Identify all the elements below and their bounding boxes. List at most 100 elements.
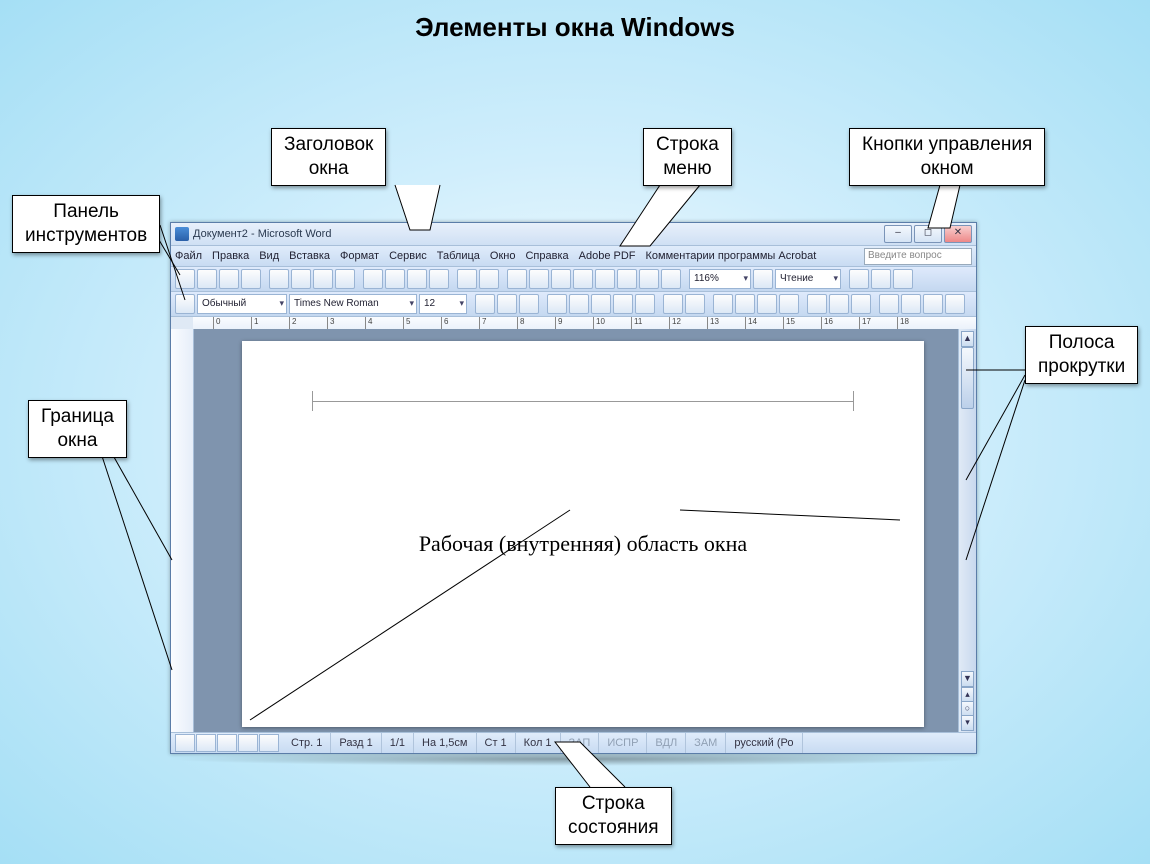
print-icon[interactable]: [269, 269, 289, 289]
excel-icon[interactable]: [573, 269, 593, 289]
status-trk[interactable]: ИСПР: [599, 733, 647, 753]
menu-window[interactable]: Окно: [490, 250, 516, 262]
bold-icon[interactable]: [475, 294, 495, 314]
status-ovr[interactable]: ЗАМ: [686, 733, 726, 753]
workspace[interactable]: Рабочая (внутренняя) область окна: [194, 329, 958, 733]
italic-icon[interactable]: [497, 294, 517, 314]
reading-view-icon[interactable]: [259, 734, 279, 752]
undo-icon[interactable]: [457, 269, 477, 289]
slide-title: Элементы окна Windows: [0, 12, 1150, 43]
tables-borders-icon[interactable]: [529, 269, 549, 289]
menu-file[interactable]: Файл: [175, 250, 202, 262]
close-button[interactable]: ✕: [944, 225, 972, 243]
scroll-thumb[interactable]: [961, 347, 974, 409]
callout-menu-bar: Строкаменю: [643, 128, 732, 186]
align-right-icon[interactable]: [591, 294, 611, 314]
menu-insert[interactable]: Вставка: [289, 250, 330, 262]
decrease-indent-icon[interactable]: [757, 294, 777, 314]
align-center-icon[interactable]: [569, 294, 589, 314]
rtl-icon[interactable]: [685, 294, 705, 314]
status-language[interactable]: русский (Ро: [726, 733, 802, 753]
next-page-icon[interactable]: ▾: [961, 715, 974, 731]
workspace-label: Рабочая (внутренняя) область окна: [312, 531, 854, 557]
word-window: Документ2 - Microsoft Word – ◻ ✕ Файл Пр…: [170, 222, 977, 754]
bullets-icon[interactable]: [735, 294, 755, 314]
zoom-combo[interactable]: 116%: [689, 269, 751, 289]
window-title: Документ2 - Microsoft Word: [193, 228, 331, 240]
vertical-scrollbar[interactable]: ▲ ▼ ▴ ○ ▾: [958, 329, 976, 733]
format-painter-icon[interactable]: [429, 269, 449, 289]
normal-view-icon[interactable]: [175, 734, 195, 752]
document-page[interactable]: Рабочая (внутренняя) область окна: [242, 341, 924, 727]
menu-edit[interactable]: Правка: [212, 250, 249, 262]
redo-icon[interactable]: [479, 269, 499, 289]
change-case-icon[interactable]: [923, 294, 943, 314]
status-page: Стр. 1: [283, 733, 331, 753]
new-doc-icon[interactable]: [175, 269, 195, 289]
menu-view[interactable]: Вид: [259, 250, 279, 262]
paste-icon[interactable]: [407, 269, 427, 289]
open-icon[interactable]: [197, 269, 217, 289]
borders-icon[interactable]: [807, 294, 827, 314]
scroll-up-icon[interactable]: ▲: [961, 331, 974, 347]
font-color-icon[interactable]: [851, 294, 871, 314]
highlight-icon[interactable]: [829, 294, 849, 314]
menu-acrobat-comments[interactable]: Комментарии программы Acrobat: [646, 250, 817, 262]
menu-format[interactable]: Формат: [340, 250, 379, 262]
columns-icon[interactable]: [595, 269, 615, 289]
callout-title-bar: Заголовококна: [271, 128, 386, 186]
font-combo[interactable]: Times New Roman: [289, 294, 417, 314]
cut-icon[interactable]: [363, 269, 383, 289]
menu-help[interactable]: Справка: [525, 250, 568, 262]
status-col: Кол 1: [516, 733, 561, 753]
style-combo[interactable]: Обычный: [197, 294, 287, 314]
print-layout-icon[interactable]: [217, 734, 237, 752]
styles-pane-icon[interactable]: [175, 294, 195, 314]
align-left-icon[interactable]: [547, 294, 567, 314]
status-ext[interactable]: ВДЛ: [647, 733, 686, 753]
show-marks-icon[interactable]: [661, 269, 681, 289]
increase-indent-icon[interactable]: [779, 294, 799, 314]
status-pages: 1/1: [382, 733, 414, 753]
line-spacing-icon[interactable]: [635, 294, 655, 314]
hyperlink-icon[interactable]: [507, 269, 527, 289]
preview-icon[interactable]: [291, 269, 311, 289]
copy-icon[interactable]: [385, 269, 405, 289]
callout-status-bar: Строкасостояния: [555, 787, 672, 845]
status-rec[interactable]: ЗАП: [561, 733, 600, 753]
scroll-down-icon[interactable]: ▼: [961, 671, 974, 687]
size-combo[interactable]: 12: [419, 294, 467, 314]
align-justify-icon[interactable]: [613, 294, 633, 314]
spellcheck-icon[interactable]: [313, 269, 333, 289]
title-bar[interactable]: Документ2 - Microsoft Word – ◻ ✕: [171, 223, 976, 246]
drawing-icon[interactable]: [617, 269, 637, 289]
insert-table-icon[interactable]: [551, 269, 571, 289]
doc-map-icon[interactable]: [639, 269, 659, 289]
underline-icon[interactable]: [519, 294, 539, 314]
web-view-icon[interactable]: [196, 734, 216, 752]
pdf-email-icon[interactable]: [871, 269, 891, 289]
outline-view-icon[interactable]: [238, 734, 258, 752]
research-icon[interactable]: [335, 269, 355, 289]
minimize-button[interactable]: –: [884, 225, 912, 243]
language-icon[interactable]: [945, 294, 965, 314]
callout-scrollbar: Полосапрокрутки: [1025, 326, 1138, 384]
help-icon[interactable]: [753, 269, 773, 289]
status-bar: Стр. 1 Разд 1 1/1 На 1,5см Ст 1 Кол 1 ЗА…: [171, 732, 976, 753]
reading-button[interactable]: Чтение: [775, 269, 841, 289]
menu-tools[interactable]: Сервис: [389, 250, 427, 262]
menu-adobe-pdf[interactable]: Adobe PDF: [579, 250, 636, 262]
save-icon[interactable]: [219, 269, 239, 289]
vertical-ruler[interactable]: [171, 329, 194, 733]
pdf-review-icon[interactable]: [893, 269, 913, 289]
ltr-icon[interactable]: [663, 294, 683, 314]
numbering-icon[interactable]: [713, 294, 733, 314]
superscript-icon[interactable]: [879, 294, 899, 314]
slide-shadow: [162, 752, 982, 766]
subscript-icon[interactable]: [901, 294, 921, 314]
permissions-icon[interactable]: [241, 269, 261, 289]
pdf-convert-icon[interactable]: [849, 269, 869, 289]
ask-question-box[interactable]: Введите вопрос: [864, 248, 972, 265]
menu-table[interactable]: Таблица: [437, 250, 480, 262]
maximize-button[interactable]: ◻: [914, 225, 942, 243]
